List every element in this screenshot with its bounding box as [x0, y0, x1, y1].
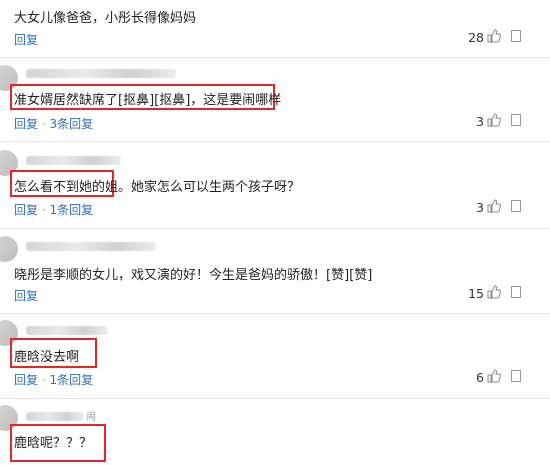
username-blurred[interactable] [26, 412, 84, 421]
thumbs-up-icon[interactable] [487, 285, 501, 299]
username-blurred[interactable] [26, 156, 121, 165]
comment-2-reply-link[interactable]: 回复 · 3条回复 [14, 115, 93, 132]
comment-2-like-count: 3 [476, 114, 484, 129]
comment-2-text: 准女婿居然缺席了[抠鼻][抠鼻]，这是要闹哪样 [14, 93, 282, 108]
username-blurred[interactable] [26, 242, 156, 251]
separator: · [41, 203, 46, 217]
thumbs-up-icon[interactable] [487, 29, 501, 43]
comment-1-like-count: 28 [468, 30, 484, 45]
separator: · [41, 373, 46, 387]
comment-4-text: 晓彤是李顺的女儿，戏又演的好！今生是爸妈的骄傲！[赞][赞] [14, 268, 373, 283]
avatar[interactable] [0, 236, 18, 262]
reply-label[interactable]: 回复 [14, 117, 38, 131]
comment-5-text: 鹿晗没去啊 [14, 350, 80, 365]
username-blurred[interactable] [26, 326, 108, 335]
comment-4-like-count: 15 [468, 286, 484, 301]
reply-count[interactable]: 1条回复 [50, 373, 94, 387]
thumbs-up-icon[interactable] [487, 369, 501, 383]
more-options-icon[interactable] [511, 370, 521, 382]
reply-count[interactable]: 3条回复 [50, 117, 94, 131]
comment-3-text-highlighted: 怎么看不到她的姐。 [14, 180, 132, 195]
reply-label[interactable]: 回复 [14, 203, 38, 217]
more-options-icon[interactable] [511, 286, 521, 298]
comment-3-text: 怎么看不到她的姐。她家怎么可以生两个孩子呀？ [14, 176, 300, 195]
more-options-icon[interactable] [511, 114, 521, 126]
comment-5-like-count: 6 [476, 370, 484, 385]
comment-1-text: 大女儿像爸爸，小彤长得像妈妈 [14, 11, 197, 26]
more-options-icon[interactable] [511, 200, 521, 212]
comment-6-text: 鹿晗呢？？？ [14, 436, 93, 451]
thumbs-up-icon[interactable] [487, 199, 501, 213]
comment-1-reply-link[interactable]: 回复 [14, 31, 38, 48]
reply-count[interactable]: 1条回复 [50, 203, 94, 217]
comment-3-like-count: 3 [476, 200, 484, 215]
reply-label[interactable]: 回复 [14, 289, 38, 303]
comment-3-text-rest: 她家怎么可以生两个孩子呀？ [131, 180, 301, 195]
comment-4-reply-link[interactable]: 回复 [14, 287, 38, 304]
divider [0, 398, 550, 399]
username-visible-part[interactable]: 闹 [86, 408, 96, 423]
divider [0, 141, 550, 142]
more-options-icon[interactable] [511, 30, 521, 42]
username-blurred[interactable] [26, 69, 176, 78]
divider [0, 228, 550, 229]
thumbs-up-icon[interactable] [487, 113, 501, 127]
separator: · [41, 117, 46, 131]
divider [0, 57, 550, 58]
comment-5-reply-link[interactable]: 回复 · 1条回复 [14, 371, 93, 388]
reply-label[interactable]: 回复 [14, 373, 38, 387]
comment-3-reply-link[interactable]: 回复 · 1条回复 [14, 201, 93, 218]
reply-label[interactable]: 回复 [14, 33, 38, 47]
divider [0, 313, 550, 314]
